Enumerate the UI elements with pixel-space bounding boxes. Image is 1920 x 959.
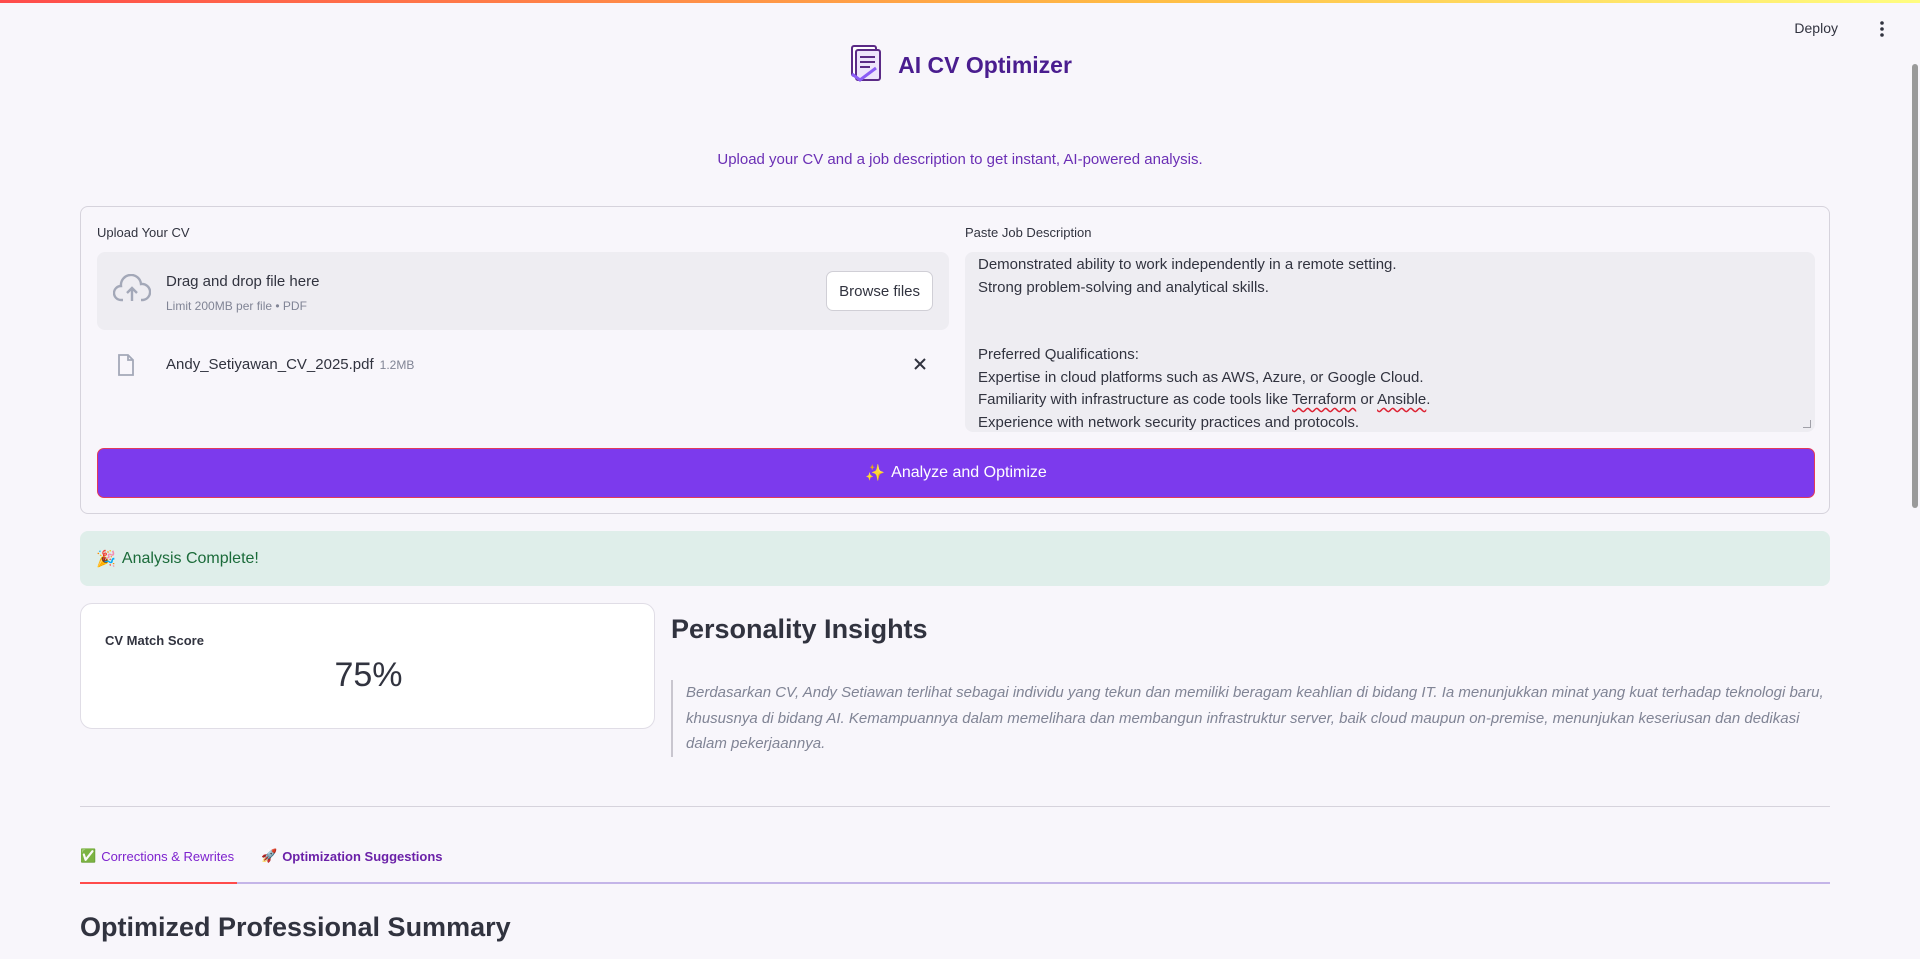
active-tab-indicator: [80, 882, 237, 884]
upload-cv-label: Upload Your CV: [97, 225, 190, 240]
jd-line-with-spellcheck: Familiarity with infrastructure as code …: [978, 391, 1431, 408]
resize-handle[interactable]: [1803, 420, 1811, 428]
close-icon[interactable]: [913, 357, 927, 376]
match-score-card: CV Match Score 75%: [80, 603, 655, 729]
dropzone-limit: Limit 200MB per file • PDF: [166, 299, 307, 313]
file-icon: [117, 354, 135, 381]
app-subtitle: Upload your CV and a job description to …: [717, 151, 1203, 168]
file-dropzone[interactable]: Drag and drop file here Limit 200MB per …: [97, 252, 949, 330]
analyze-optimize-button[interactable]: ✨ Analyze and Optimize: [97, 448, 1815, 498]
analyze-button-label: Analyze and Optimize: [891, 464, 1047, 481]
match-score-label: CV Match Score: [105, 633, 204, 648]
input-form: Upload Your CV Drag and drop file here L…: [80, 206, 1830, 514]
top-decoration-strip: [0, 0, 1920, 3]
jd-line: [978, 299, 1802, 322]
check-mark-icon: ✅: [80, 848, 97, 863]
section-divider: [80, 806, 1830, 807]
misspelled-word: Ansible: [1377, 391, 1427, 408]
jd-line: [978, 322, 1802, 345]
cloud-upload-icon: [112, 273, 152, 309]
job-description-label: Paste Job Description: [965, 225, 1092, 240]
sparkles-icon: ✨: [865, 465, 886, 482]
match-score-value: 75%: [334, 656, 403, 694]
tab-label: Optimization Suggestions: [282, 848, 443, 864]
success-alert: 🎉 Analysis Complete!: [80, 531, 1830, 586]
personality-insights-heading: Personality Insights: [671, 614, 928, 644]
dropzone-title: Drag and drop file here: [166, 273, 320, 290]
jd-line: Preferred Qualifications:: [978, 346, 1139, 363]
jd-line: Experience with network security practic…: [978, 413, 1360, 431]
job-description-textarea[interactable]: Demonstrated ability to work independent…: [965, 252, 1815, 432]
success-message: Analysis Complete!: [121, 549, 259, 567]
jd-line: Demonstrated ability to work independent…: [978, 256, 1397, 273]
result-tabs: ✅ Corrections & Rewrites 🚀 Optimization …: [80, 846, 1830, 884]
tab-label: Corrections & Rewrites: [101, 848, 235, 864]
jd-line: Strong problem-solving and analytical sk…: [978, 278, 1269, 296]
file-size: 1.2MB: [379, 358, 415, 372]
app-header: AI CV Optimizer: [0, 44, 1920, 87]
file-name: Andy_Setiyawan_CV_2025.pdf: [166, 356, 374, 373]
tab-corrections-rewrites[interactable]: ✅ Corrections & Rewrites: [80, 848, 234, 864]
uploaded-file-row: Andy_Setiyawan_CV_2025.pdf 1.2MB: [97, 345, 949, 385]
more-vertical-icon[interactable]: [1872, 19, 1892, 39]
browse-files-button[interactable]: Browse files: [826, 271, 933, 311]
jd-line: Expertise in cloud platforms such as AWS…: [978, 368, 1424, 386]
scrollbar-thumb[interactable]: [1912, 64, 1918, 508]
optimized-summary-heading: Optimized Professional Summary: [80, 912, 511, 942]
personality-insights-text: Berdasarkan CV, Andy Setiawan terlihat s…: [671, 680, 1831, 757]
tab-optimization-suggestions[interactable]: 🚀 Optimization Suggestions: [261, 848, 443, 864]
rocket-icon: 🚀: [261, 848, 278, 863]
misspelled-word: Terraform: [1292, 391, 1357, 408]
document-check-icon: [848, 44, 884, 87]
party-popper-icon: 🎉: [96, 550, 116, 568]
tabs-baseline: [80, 882, 1830, 884]
deploy-button[interactable]: Deploy: [1794, 20, 1838, 36]
app-title: AI CV Optimizer: [898, 52, 1072, 78]
